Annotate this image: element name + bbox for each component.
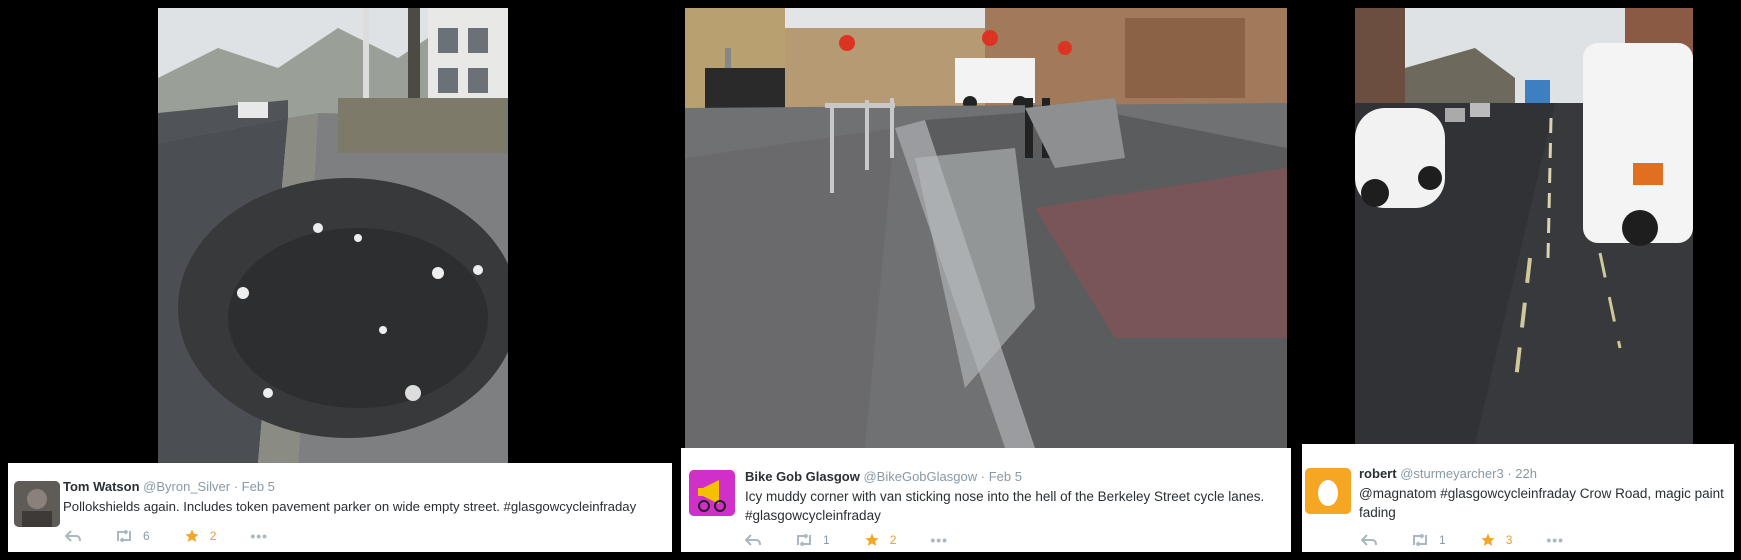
author-name[interactable]: Bike Gob Glasgow — [745, 469, 860, 484]
author-name[interactable]: Tom Watson — [63, 479, 140, 494]
egg-icon — [1305, 468, 1351, 514]
author-handle[interactable]: @Byron_Silver — [143, 479, 230, 494]
more-options-button[interactable]: ••• — [1546, 532, 1564, 548]
reply-icon — [65, 530, 81, 542]
tweet-text: Icy muddy corner with van sticking nose … — [745, 489, 1265, 523]
retweet-button[interactable]: 1 — [795, 533, 830, 547]
timestamp[interactable]: 22h — [1515, 466, 1537, 481]
tweet-card-1: Tom Watson @Byron_Silver · Feb 5 Polloks… — [8, 463, 672, 552]
star-icon — [1481, 533, 1495, 546]
retweet-button[interactable]: 6 — [115, 529, 150, 543]
timestamp[interactable]: Feb 5 — [242, 479, 275, 494]
avatar[interactable] — [1305, 468, 1351, 514]
retweet-button[interactable]: 1 — [1411, 533, 1446, 547]
separator: · — [1507, 466, 1512, 481]
author-handle[interactable]: @BikeGobGlasgow — [863, 469, 977, 484]
reply-button[interactable] — [1361, 534, 1377, 546]
more-options-button[interactable]: ••• — [250, 528, 268, 544]
star-icon — [185, 529, 199, 542]
reply-button[interactable] — [745, 534, 761, 546]
star-icon — [865, 533, 879, 546]
avatar[interactable] — [14, 481, 60, 527]
favorite-count: 3 — [1505, 533, 1513, 547]
timestamp[interactable]: Feb 5 — [989, 469, 1022, 484]
megaphone-bike-icon — [689, 470, 735, 516]
retweet-icon — [117, 530, 131, 542]
reply-icon — [1361, 534, 1377, 546]
tweet-header: Tom Watson @Byron_Silver · Feb 5 — [63, 479, 275, 494]
separator: · — [233, 479, 239, 494]
tweet-card-2: Bike Gob Glasgow @BikeGobGlasgow · Feb 5… — [681, 448, 1291, 552]
favorite-button[interactable]: 2 — [184, 528, 217, 544]
reply-icon — [745, 534, 761, 546]
favorite-count: 2 — [209, 529, 217, 543]
separator: · — [980, 469, 986, 484]
retweet-count: 1 — [1439, 533, 1446, 547]
tweet-header: Bike Gob Glasgow @BikeGobGlasgow · Feb 5 — [745, 469, 1022, 484]
reply-button[interactable] — [65, 530, 81, 542]
person-photo-icon — [14, 481, 60, 527]
favorite-count: 2 — [889, 533, 897, 547]
tweet-header: robert @sturmeyarcher3 · 22h — [1359, 466, 1537, 481]
retweet-icon — [1413, 534, 1427, 546]
tweet-photo-pollokshields[interactable] — [158, 8, 508, 463]
author-name[interactable]: robert — [1359, 466, 1397, 481]
avatar[interactable] — [689, 470, 735, 516]
tweet-actions: 6 2 ••• — [65, 528, 302, 544]
tweet-text: @magnatom #glasgowcycleinfraday Crow Roa… — [1359, 486, 1724, 520]
retweet-count: 1 — [823, 533, 830, 547]
tweet-actions: 1 3 ••• — [1361, 532, 1598, 548]
author-handle[interactable]: @sturmeyarcher3 — [1400, 466, 1504, 481]
tweet-card-3: robert @sturmeyarcher3 · 22h @magnatom #… — [1302, 444, 1734, 552]
retweet-icon — [797, 534, 811, 546]
tweet-text: Pollokshields again. Includes token pave… — [63, 499, 637, 514]
retweet-count: 6 — [143, 529, 150, 543]
tweet-actions: 1 2 ••• — [745, 532, 982, 548]
tweet-photo-crow-road[interactable] — [1355, 8, 1693, 444]
favorite-button[interactable]: 2 — [864, 532, 897, 548]
tweet-photo-berkeley-street[interactable] — [685, 8, 1287, 448]
favorite-button[interactable]: 3 — [1480, 532, 1513, 548]
more-options-button[interactable]: ••• — [930, 532, 948, 548]
